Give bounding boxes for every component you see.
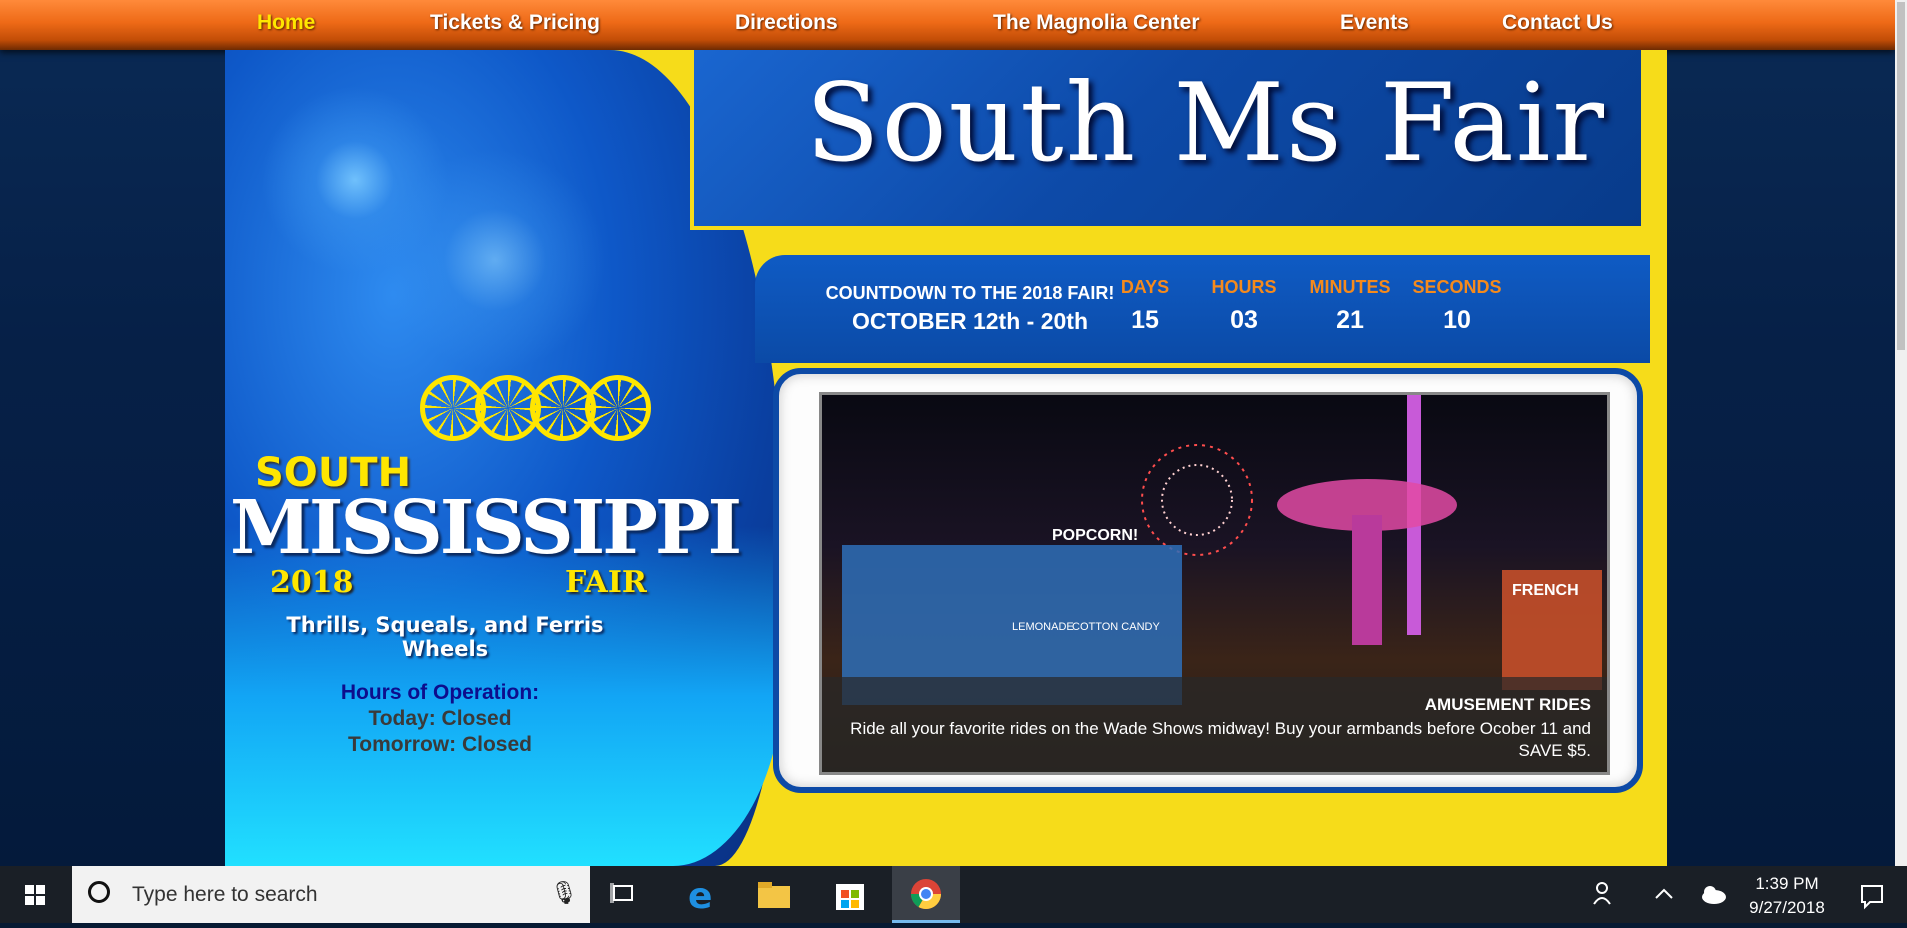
countdown-minutes: MINUTES 21 (1305, 277, 1395, 335)
hours-of-operation: Hours of Operation: Today: Closed Tomorr… (305, 681, 575, 757)
firework-burst (1161, 464, 1233, 536)
countdown-value: 21 (1336, 306, 1364, 334)
windows-taskbar: Type here to search 🎙 e 1:39 PM 9/27/201… (0, 866, 1907, 923)
countdown-value: 15 (1131, 306, 1159, 334)
logo-tagline: Thrills, Squeals, and Ferris Wheels (286, 613, 604, 661)
file-explorer-button[interactable] (740, 866, 808, 923)
sign-cotton-candy: COTTON CANDY (1072, 621, 1160, 633)
countdown-value: 10 (1443, 306, 1471, 334)
countdown-dates: OCTOBER 12th - 20th (852, 308, 1088, 334)
fair-logo: SOUTH MISSISSIPPI 2018 FAIR Thrills, Squ… (230, 375, 742, 695)
task-view-button[interactable] (590, 866, 658, 923)
hours-tomorrow: Tomorrow: Closed (348, 733, 532, 756)
firework-2 (375, 140, 615, 380)
sign-lemonade: LEMONADE (1012, 621, 1074, 633)
task-view-icon (610, 883, 633, 903)
header-banner: South Ms Fair (690, 50, 1645, 230)
folder-icon (758, 882, 790, 908)
vertical-scrollbar[interactable] (1895, 0, 1907, 866)
clock-date: 9/27/2018 (1749, 898, 1825, 917)
nav-home[interactable]: Home (257, 11, 315, 35)
top-navigation: Home Tickets & Pricing Directions The Ma… (0, 0, 1895, 50)
countdown-days: DAYS 15 (1100, 277, 1190, 335)
nav-directions[interactable]: Directions (735, 11, 838, 35)
action-center-button[interactable] (1838, 866, 1906, 923)
edge-icon: e (688, 876, 712, 917)
taskbar-clock[interactable]: 1:39 PM 9/27/2018 (1722, 872, 1852, 920)
ferris-wheel-icon (585, 375, 651, 441)
logo-fair: FAIR (565, 565, 647, 600)
taskbar-search-box[interactable]: Type here to search 🎙 (72, 866, 590, 923)
logo-year: 2018 (270, 565, 354, 600)
nav-events[interactable]: Events (1340, 11, 1409, 35)
firework-burst (1141, 444, 1253, 556)
ride-pillar (1352, 515, 1382, 645)
chrome-icon (911, 879, 941, 910)
edge-browser-button[interactable]: e (668, 866, 736, 923)
countdown-hours: HOURS 03 (1199, 277, 1289, 335)
countdown-label: DAYS (1120, 277, 1170, 297)
slide-title: AMUSEMENT RIDES (1424, 695, 1591, 714)
sign-french: FRENCH (1512, 582, 1579, 599)
countdown-seconds: SECONDS 10 (1412, 277, 1502, 335)
store-button[interactable] (816, 866, 884, 923)
notification-icon (1861, 885, 1883, 910)
countdown-label: MINUTES (1309, 277, 1391, 297)
microphone-icon[interactable]: 🎙 (550, 880, 578, 906)
clock-time: 1:39 PM (1755, 874, 1819, 893)
countdown-heading: COUNTDOWN TO THE 2018 FAIR! OCTOBER 12th… (825, 283, 1115, 335)
hours-title: Hours of Operation: (340, 681, 540, 704)
site-panel: South Ms Fair SOUTH MISSISSIPPI 2018 FAI… (225, 50, 1667, 866)
countdown-title: COUNTDOWN TO THE 2018 FAIR! (825, 283, 1115, 303)
hours-today: Today: Closed (368, 707, 512, 730)
countdown-panel: COUNTDOWN TO THE 2018 FAIR! OCTOBER 12th… (755, 255, 1650, 363)
search-placeholder: Type here to search (132, 883, 318, 906)
slide-text: Ride all your favorite rides on the Wade… (850, 719, 1591, 760)
countdown-value: 03 (1230, 306, 1258, 334)
start-button[interactable] (0, 866, 70, 923)
windows-logo-icon (25, 885, 45, 905)
slideshow-image[interactable]: POPCORN! LEMONADE COTTON CANDY FRENCH AM… (819, 392, 1610, 775)
sign-popcorn: POPCORN! (1052, 527, 1138, 544)
chrome-button[interactable] (892, 866, 960, 923)
nav-tickets-pricing[interactable]: Tickets & Pricing (430, 11, 600, 35)
slideshow-frame: POPCORN! LEMONADE COTTON CANDY FRENCH AM… (773, 368, 1643, 793)
nav-magnolia-center[interactable]: The Magnolia Center (993, 11, 1200, 35)
countdown-label: HOURS (1211, 277, 1277, 297)
store-icon (836, 884, 864, 910)
scrollbar-thumb[interactable] (1897, 2, 1905, 350)
svg-text:e: e (688, 876, 712, 917)
slide-caption: AMUSEMENT RIDES Ride all your favorite r… (822, 677, 1607, 772)
countdown-label: SECONDS (1412, 277, 1502, 297)
nav-contact-us[interactable]: Contact Us (1502, 11, 1613, 35)
site-title: South Ms Fair (805, 61, 1606, 186)
logo-mississippi: MISSISSIPPI (230, 485, 742, 571)
cortana-icon (88, 881, 110, 903)
